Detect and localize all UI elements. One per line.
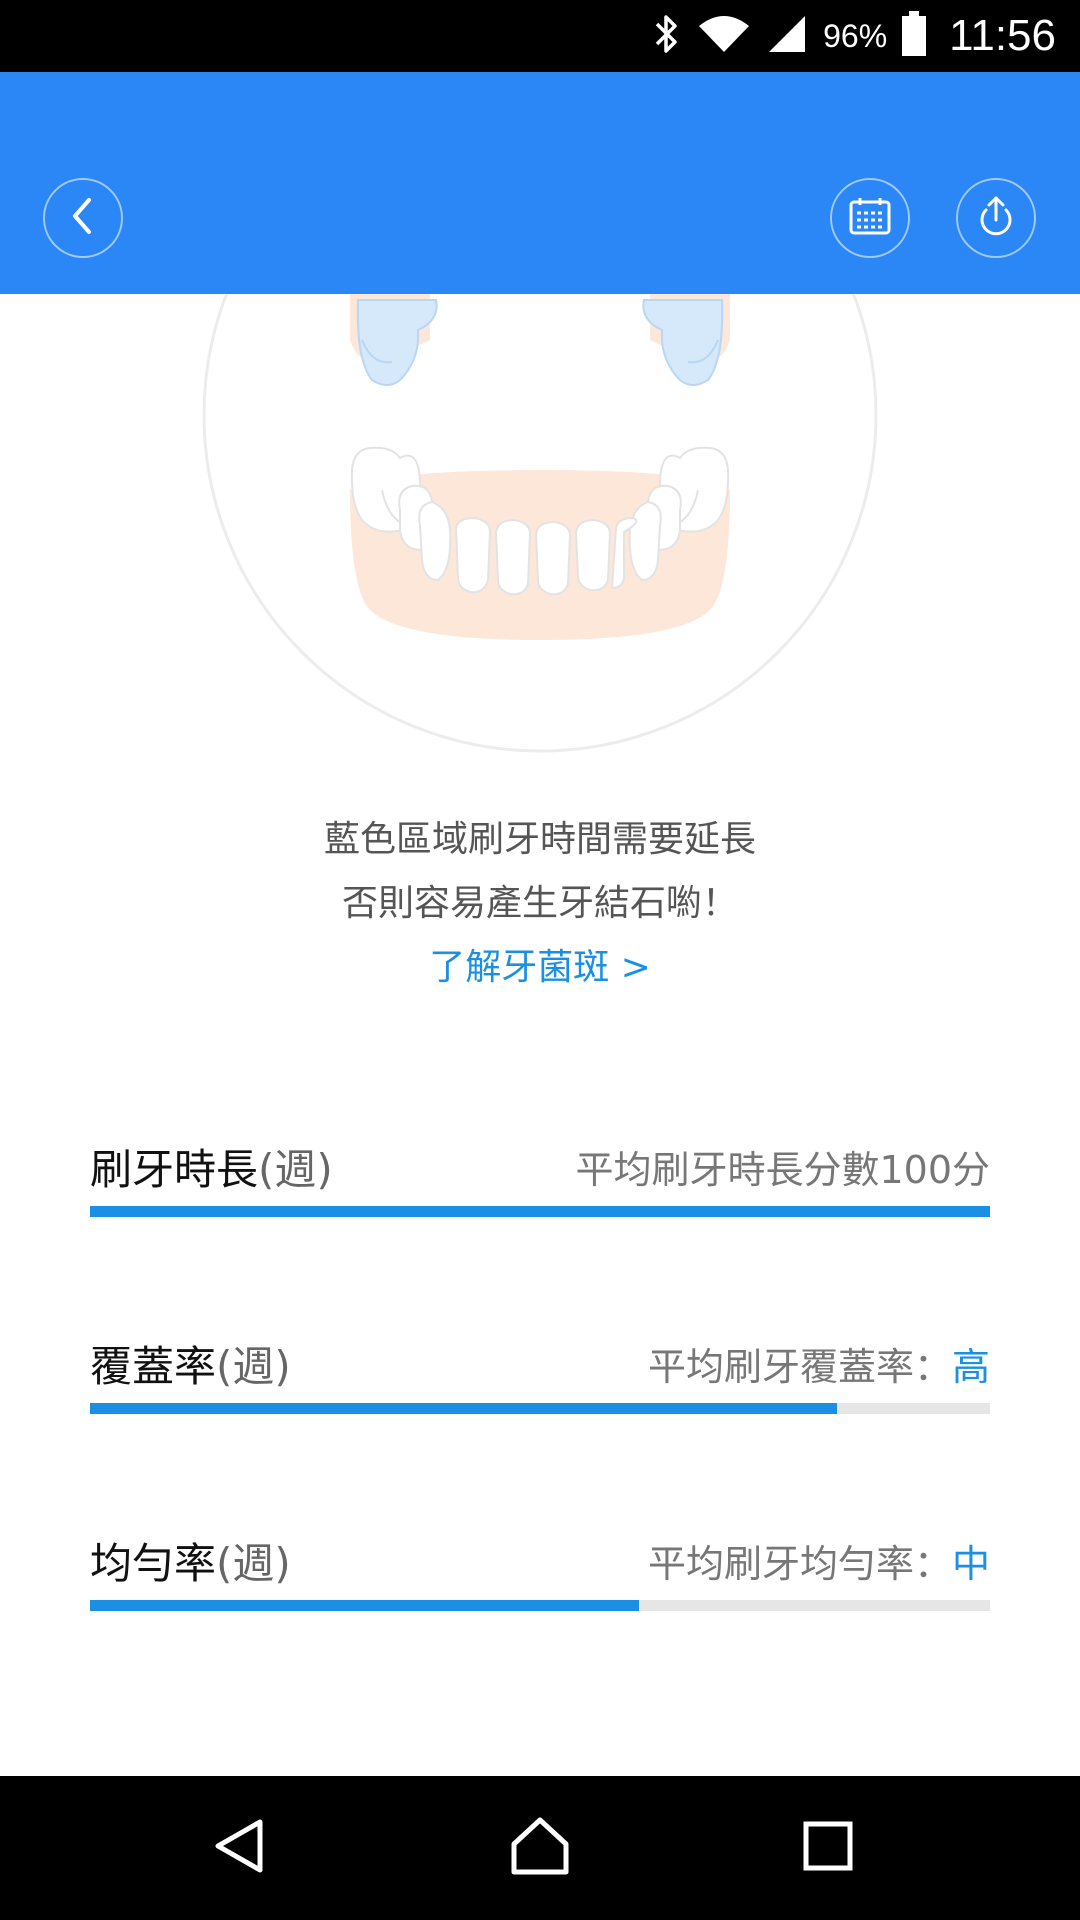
status-bar: 96% 11:56 xyxy=(0,0,1080,72)
tip-section: 藍色區域刷牙時間需要延長 否則容易產生牙結石喲！ 了解牙菌斑 > xyxy=(0,808,1080,1000)
bluetooth-icon xyxy=(649,12,683,60)
metric-period: (週) xyxy=(216,1342,291,1391)
metric-summary-text: 平均刷牙覆蓋率： xyxy=(647,1345,952,1389)
navigation-bar xyxy=(0,1776,1080,1920)
upload-icon xyxy=(974,194,1018,242)
calendar-icon xyxy=(848,196,892,240)
battery-percentage: 96% xyxy=(823,17,888,54)
signal-icon xyxy=(765,12,809,60)
progress-track xyxy=(90,1403,990,1414)
metric-level: 高 xyxy=(951,1345,990,1389)
metric-label: 覆蓋率(週) xyxy=(90,1337,291,1397)
metric-title: 均勻率 xyxy=(90,1539,217,1588)
metric-title: 刷牙時長 xyxy=(90,1145,259,1194)
nav-recent-icon xyxy=(796,1814,860,1882)
progress-fill xyxy=(90,1206,990,1217)
nav-back-icon xyxy=(208,1814,272,1882)
app-header xyxy=(0,72,1080,294)
metric-period: (週) xyxy=(258,1145,333,1194)
clock: 11:56 xyxy=(949,11,1056,60)
metric-period: (週) xyxy=(216,1539,291,1588)
learn-plaque-link[interactable]: 了解牙菌斑 > xyxy=(429,936,651,1000)
screen: 96% 11:56 藍色區域刷牙時間需要延長 否則容易產生牙結石喲！ 了解牙菌斑… xyxy=(0,0,1080,1920)
metric-summary-text: 平均刷牙時長分數100分 xyxy=(575,1148,990,1192)
metric-label: 刷牙時長(週) xyxy=(90,1140,333,1200)
battery-icon xyxy=(901,11,927,61)
nav-back-button[interactable] xyxy=(190,1798,290,1898)
progress-fill xyxy=(90,1403,837,1414)
metric-summary: 平均刷牙均勻率：中 xyxy=(648,1534,990,1594)
tip-line-1: 藍色區域刷牙時間需要延長 xyxy=(323,819,756,860)
metric-evenness: 均勻率(週) 平均刷牙均勻率：中 xyxy=(90,1534,990,1611)
nav-recent-button[interactable] xyxy=(778,1798,878,1898)
metric-label: 均勻率(週) xyxy=(90,1534,291,1594)
progress-fill xyxy=(90,1600,639,1611)
tip-line-2: 否則容易產生牙結石喲！ xyxy=(341,883,738,924)
nav-home-icon xyxy=(508,1814,572,1882)
metric-summary: 平均刷牙覆蓋率：高 xyxy=(648,1337,990,1397)
calendar-button[interactable] xyxy=(830,178,910,258)
metric-summary: 平均刷牙時長分數100分 xyxy=(575,1140,990,1200)
metric-coverage: 覆蓋率(週) 平均刷牙覆蓋率：高 xyxy=(90,1337,990,1414)
back-arrow-icon xyxy=(65,196,101,240)
metric-duration: 刷牙時長(週) 平均刷牙時長分數100分 xyxy=(90,1140,990,1217)
wifi-icon xyxy=(697,12,751,60)
progress-track xyxy=(90,1600,990,1611)
metric-summary-text: 平均刷牙均勻率： xyxy=(647,1542,952,1586)
status-icons: 96% 11:56 xyxy=(649,0,1056,72)
nav-home-button[interactable] xyxy=(490,1798,590,1898)
progress-track xyxy=(90,1206,990,1217)
metric-level: 中 xyxy=(951,1542,990,1586)
back-button[interactable] xyxy=(43,178,123,258)
share-button[interactable] xyxy=(956,178,1036,258)
metric-title: 覆蓋率 xyxy=(90,1342,217,1391)
